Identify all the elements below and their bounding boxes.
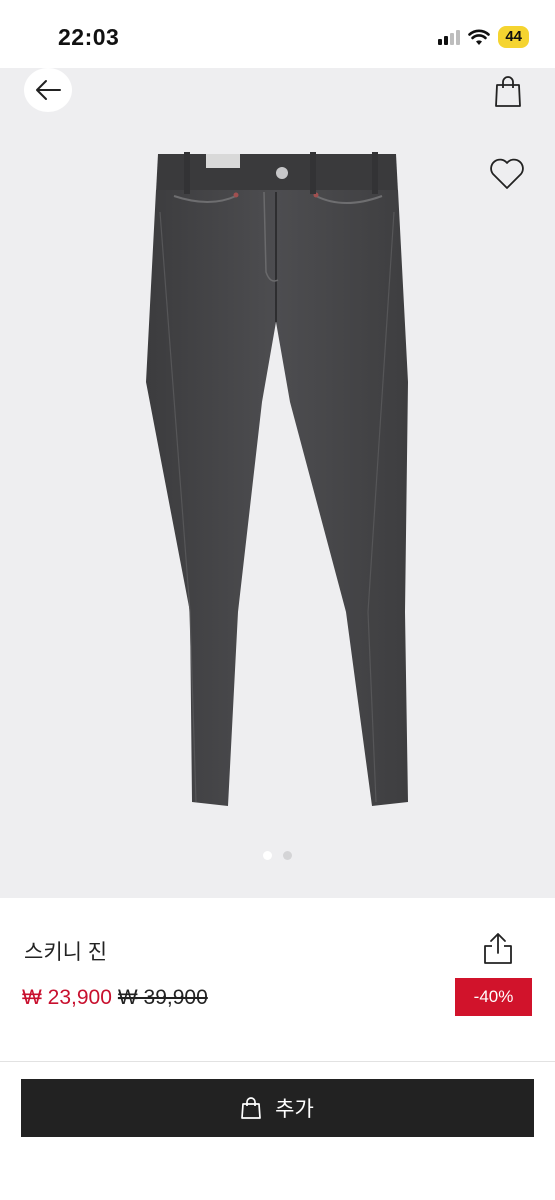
arrow-left-icon — [36, 80, 61, 100]
price-row: ₩ 23,900 ₩ 39,900 — [22, 986, 208, 1010]
sale-price: ₩ 23,900 — [22, 986, 112, 1009]
add-to-cart-button[interactable]: 추가 — [21, 1079, 534, 1137]
status-bar: 22:03 44 — [0, 0, 555, 68]
cellular-signal-icon — [438, 29, 461, 45]
shopping-bag-icon — [241, 1097, 262, 1119]
wishlist-button[interactable] — [486, 154, 528, 194]
divider — [0, 1061, 555, 1062]
status-icons: 44 — [438, 24, 529, 50]
share-button[interactable] — [478, 928, 518, 968]
status-time: 22:03 — [58, 24, 120, 50]
back-button[interactable] — [24, 68, 72, 112]
jeans-image — [146, 152, 408, 806]
add-button-label: 추가 — [275, 1098, 314, 1121]
gallery-pagination — [0, 851, 555, 860]
share-icon — [484, 933, 512, 964]
product-name: 스키니 진 — [24, 941, 108, 964]
shopping-bag-button[interactable] — [490, 72, 526, 110]
battery-indicator: 44 — [498, 26, 529, 48]
pagination-dot-active[interactable] — [263, 851, 272, 860]
original-price: ₩ 39,900 — [117, 986, 208, 1009]
heart-icon — [490, 158, 524, 189]
shopping-bag-icon — [495, 76, 521, 107]
pagination-dot[interactable] — [283, 851, 292, 860]
product-image-gallery[interactable] — [0, 68, 555, 898]
discount-badge: -40% — [455, 978, 532, 1016]
wifi-icon — [468, 29, 491, 45]
